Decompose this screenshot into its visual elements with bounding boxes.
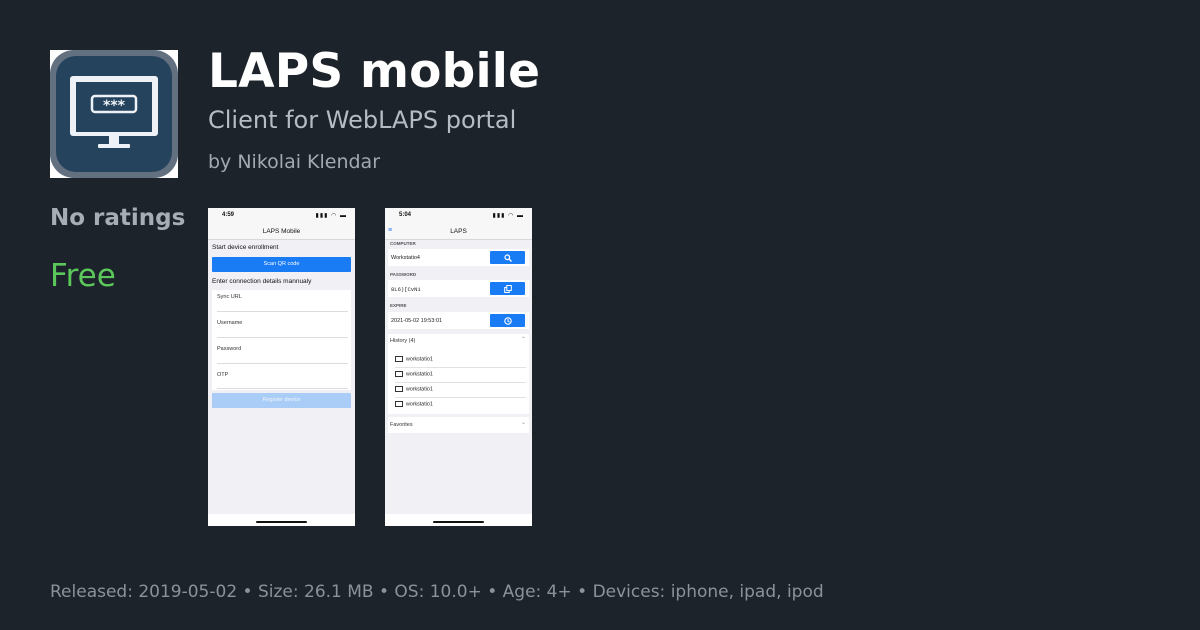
divider xyxy=(217,311,348,312)
price-label: Free xyxy=(50,258,116,294)
monitor-icon xyxy=(395,401,403,407)
monitor-icon xyxy=(395,356,403,362)
sync-url-field[interactable]: Sync URL xyxy=(217,294,242,300)
nav-title: LAPS Mobile xyxy=(262,228,301,235)
computer-row: Workstatio4 xyxy=(388,249,529,266)
status-time: 5:04 xyxy=(399,212,412,218)
home-area xyxy=(208,514,355,526)
history-item[interactable]: workstatio1 xyxy=(395,386,433,392)
divider xyxy=(217,388,348,389)
divider xyxy=(395,367,526,368)
screenshot-enrollment[interactable]: 4:59 ▮▮▮ ◠ ▬ LAPS Mobile Start device en… xyxy=(208,208,355,526)
search-button[interactable] xyxy=(490,251,525,264)
status-time: 4:59 xyxy=(222,212,235,218)
username-field[interactable]: Username xyxy=(217,320,242,326)
monitor-icon xyxy=(395,371,403,377)
history-item[interactable]: workstatio1 xyxy=(395,356,433,362)
history-item-label: workstatio1 xyxy=(406,356,433,363)
register-device-button[interactable]: Register device xyxy=(212,393,351,408)
status-icons: ▮▮▮ ◠ ▬ xyxy=(492,213,524,219)
chevron-down-icon[interactable]: ⌄ xyxy=(521,419,526,426)
monitor-icon xyxy=(395,386,403,392)
history-item-label: workstatio1 xyxy=(406,386,433,393)
home-indicator[interactable] xyxy=(256,521,307,523)
ratings-label: No ratings xyxy=(50,205,186,231)
nav-title: LAPS xyxy=(450,228,467,235)
extend-expiry-button[interactable] xyxy=(490,314,525,327)
copy-icon xyxy=(503,284,512,293)
computer-label: COMPUTER xyxy=(390,241,416,246)
history-item-label: workstatio1 xyxy=(406,371,433,378)
status-icons: ▮▮▮ ◠ ▬ xyxy=(315,213,347,219)
app-metadata-footer: Released: 2019-05-02 • Size: 26.1 MB • O… xyxy=(50,582,824,602)
app-subtitle: Client for WebLAPS portal xyxy=(208,106,517,134)
password-row: 8L6)[CvN1 xyxy=(388,280,529,297)
divider xyxy=(217,337,348,338)
app-icon: *** xyxy=(50,50,178,178)
history-header[interactable]: History (4) xyxy=(390,338,415,344)
expire-value: 2021-05-02 19:53:01 xyxy=(391,318,443,324)
password-label: PASSWORD xyxy=(390,272,417,277)
computer-input[interactable]: Workstatio4 xyxy=(391,255,420,261)
otp-field[interactable]: OTP xyxy=(217,372,228,378)
history-item-label: workstatio1 xyxy=(406,401,433,408)
clock-icon xyxy=(503,316,512,325)
chevron-up-icon[interactable]: ⌃ xyxy=(521,336,526,343)
manual-entry-heading: Enter connection details mannualy xyxy=(212,278,312,285)
expire-label: EXPIRE xyxy=(390,303,407,308)
monitor-password-icon: *** xyxy=(70,76,158,148)
history-item[interactable]: workstatio1 xyxy=(395,401,433,407)
home-indicator[interactable] xyxy=(433,521,484,523)
password-value: 8L6)[CvN1 xyxy=(391,286,421,293)
history-item[interactable]: workstatio1 xyxy=(395,371,433,377)
scan-qr-button[interactable]: Scan QR code xyxy=(212,257,351,272)
connection-form: Sync URL Username Password OTP xyxy=(212,290,351,390)
password-field[interactable]: Password xyxy=(217,346,241,352)
favorites-header[interactable]: Favorites xyxy=(390,422,413,428)
expire-row: 2021-05-02 19:53:01 xyxy=(388,312,529,329)
screenshot-laps[interactable]: 5:04 ▮▮▮ ◠ ▬ ≡ LAPS COMPUTER Workstatio4… xyxy=(385,208,532,526)
app-author: by Nikolai Klendar xyxy=(208,151,381,173)
copy-button[interactable] xyxy=(490,282,525,295)
app-title: LAPS mobile xyxy=(208,44,541,99)
divider xyxy=(395,397,526,398)
search-icon xyxy=(503,253,512,262)
icon-password-mask: *** xyxy=(103,98,126,114)
home-area xyxy=(385,514,532,526)
divider xyxy=(395,382,526,383)
start-enrollment-heading: Start device enrollment xyxy=(212,244,279,251)
divider xyxy=(217,363,348,364)
